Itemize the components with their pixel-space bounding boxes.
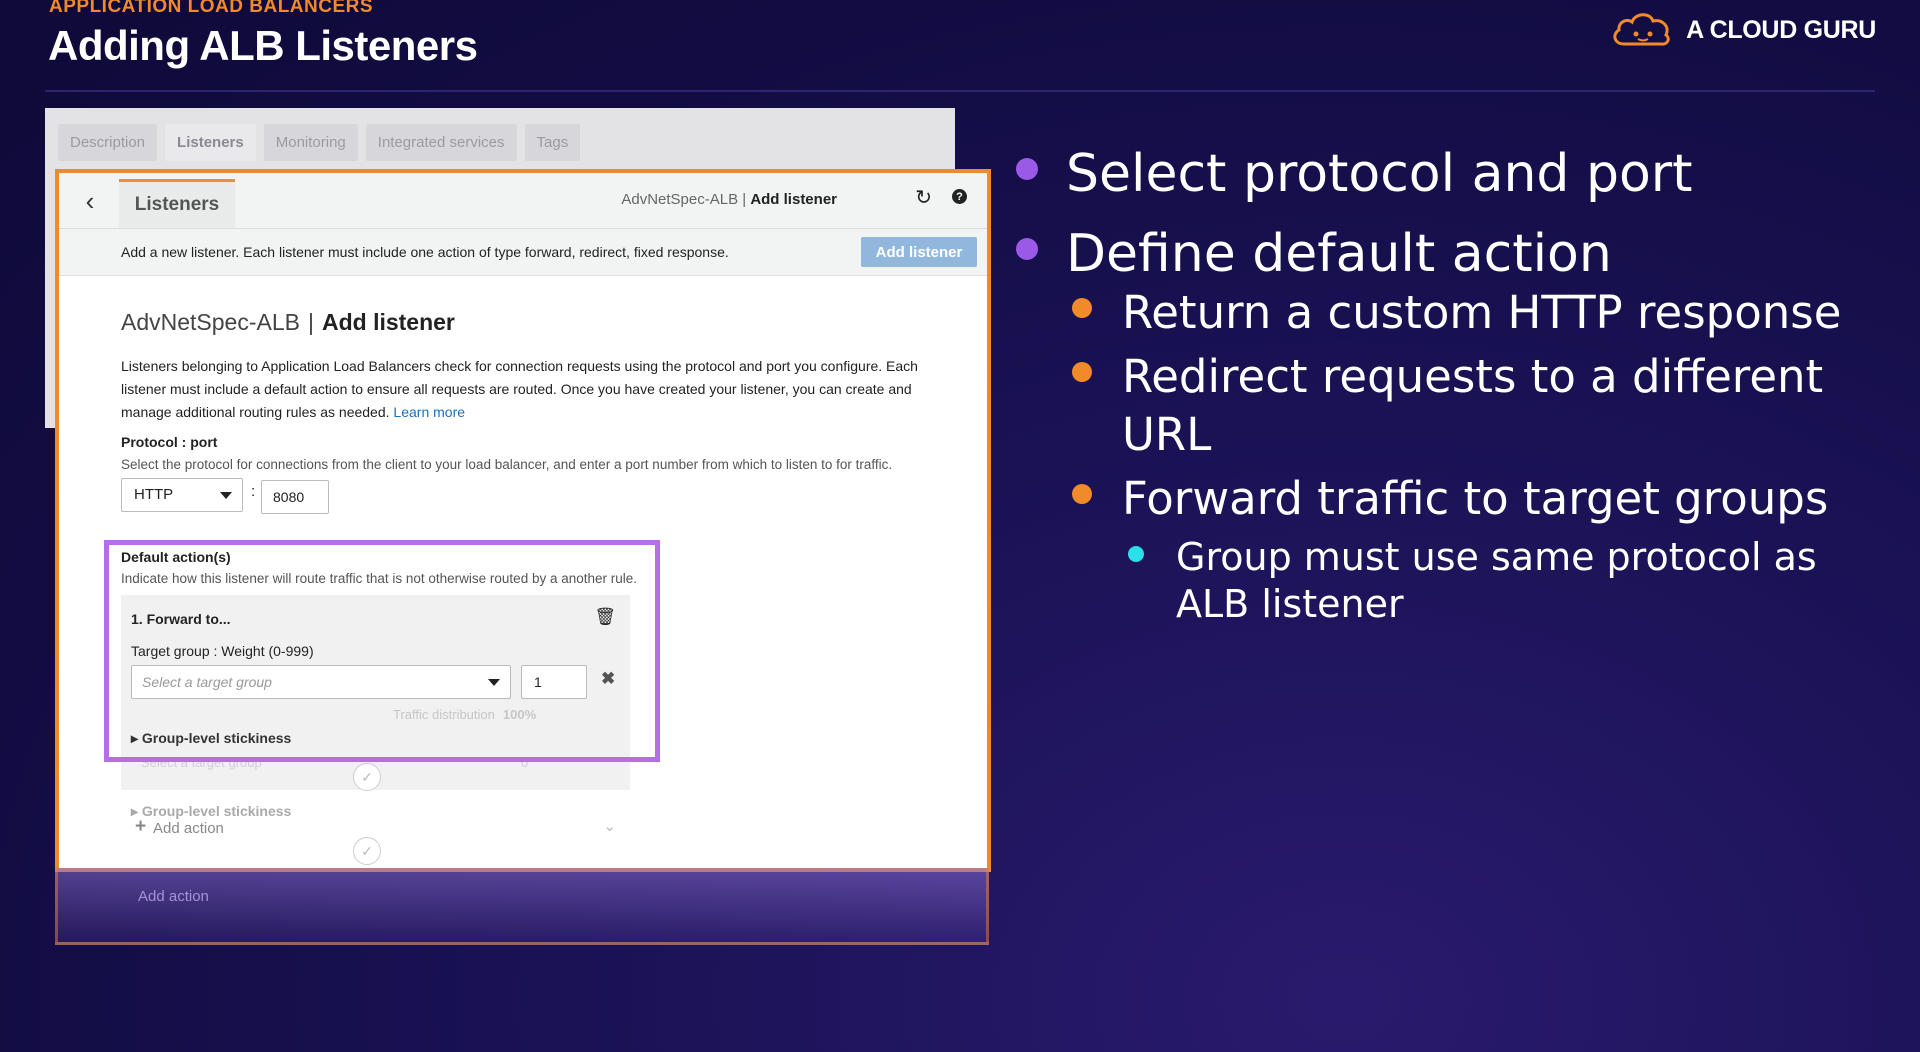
heading-page: Add listener <box>321 309 455 335</box>
tab-tags[interactable]: Tags <box>524 124 581 161</box>
protocol-help-text: Select the protocol for connections from… <box>121 457 893 472</box>
tab-listeners-back[interactable]: Listeners <box>119 179 235 228</box>
bullet-dot-icon <box>1016 158 1038 180</box>
description-text: Listeners belonging to Application Load … <box>121 358 918 420</box>
info-bar-text: Add a new listener. Each listener must i… <box>121 244 729 260</box>
bullet-dot-icon <box>1072 484 1092 504</box>
info-bar: Add a new listener. Each listener must i… <box>59 229 987 276</box>
port-input[interactable]: 8080 <box>261 480 329 514</box>
brand-logo: A CLOUD GURU <box>1610 10 1876 50</box>
bullet-list: Select protocol and port Define default … <box>1010 144 1890 628</box>
brand-name: A CLOUD GURU <box>1686 15 1876 44</box>
protocol-port-colon: : <box>251 483 256 500</box>
header-divider <box>45 90 1875 92</box>
add-listener-button[interactable]: Add listener <box>861 237 977 267</box>
protocol-select[interactable]: HTTP <box>121 478 243 512</box>
section-eyebrow: APPLICATION LOAD BALANCERS <box>49 0 374 17</box>
page-heading: AdvNetSpec-ALB | Add listener <box>121 309 455 336</box>
bullet-dot-icon <box>1128 546 1144 562</box>
back-arrow-icon[interactable]: ‹ <box>67 179 113 223</box>
background-tab-bar: Description Listeners Monitoring Integra… <box>58 124 581 161</box>
bullet-dot-icon <box>1072 362 1092 382</box>
breadcrumb-separator: | <box>738 191 751 208</box>
cloud-logo-icon <box>1613 13 1670 46</box>
help-icon[interactable]: ? <box>952 189 967 204</box>
heading-lb-name: AdvNetSpec-ALB <box>121 309 300 335</box>
protocol-value: HTTP <box>134 486 174 503</box>
breadcrumb-page: Add listener <box>750 191 837 208</box>
sub-sub-bullet-item: Group must use same protocol as ALB list… <box>1010 534 1890 628</box>
panel-header: ‹ Listeners AdvNetSpec-ALB | Add listene… <box>59 173 987 229</box>
plus-icon: + <box>135 816 147 837</box>
sub-bullet-item: Forward traffic to target groups <box>1010 470 1890 528</box>
bullet-dot-icon <box>1016 238 1038 260</box>
port-value: 8080 <box>273 489 305 505</box>
panel-reflection: Add action <box>55 868 989 945</box>
tab-integrated-services[interactable]: Integrated services <box>365 124 517 161</box>
sub-bullet-item: Return a custom HTTP response <box>1010 284 1890 342</box>
add-listener-panel: ‹ Listeners AdvNetSpec-ALB | Add listene… <box>55 169 991 872</box>
check-circle-icon: ✓ <box>353 837 381 865</box>
listener-description: Listeners belonging to Application Load … <box>121 355 966 424</box>
add-action-button[interactable]: + Add action ⌄ <box>121 813 630 843</box>
reflected-add-action: Add action <box>138 888 209 905</box>
protocol-port-label: Protocol : port <box>121 434 218 450</box>
heading-separator: | <box>307 309 314 335</box>
check-circle-icon: ✓ <box>353 763 381 791</box>
bullet-item: Define default action <box>1010 224 1890 284</box>
default-action-highlight <box>104 540 660 762</box>
tab-listeners[interactable]: Listeners <box>165 124 256 161</box>
add-action-label: Add action <box>153 820 224 837</box>
learn-more-link[interactable]: Learn more <box>393 404 465 420</box>
breadcrumb: AdvNetSpec-ALB | Add listener <box>621 191 837 208</box>
chevron-down-icon: ⌄ <box>603 818 616 835</box>
tab-description[interactable]: Description <box>58 124 158 161</box>
tab-monitoring[interactable]: Monitoring <box>263 124 358 161</box>
breadcrumb-lb-name: AdvNetSpec-ALB <box>621 191 739 208</box>
slide-title: Adding ALB Listeners <box>48 22 478 69</box>
bullet-item: Select protocol and port <box>1010 144 1890 204</box>
dropdown-caret-icon <box>220 492 232 499</box>
bullet-dot-icon <box>1072 298 1092 318</box>
refresh-icon[interactable]: ↻ <box>915 185 932 210</box>
sub-bullet-item: Redirect requests to a different URL <box>1010 348 1890 464</box>
